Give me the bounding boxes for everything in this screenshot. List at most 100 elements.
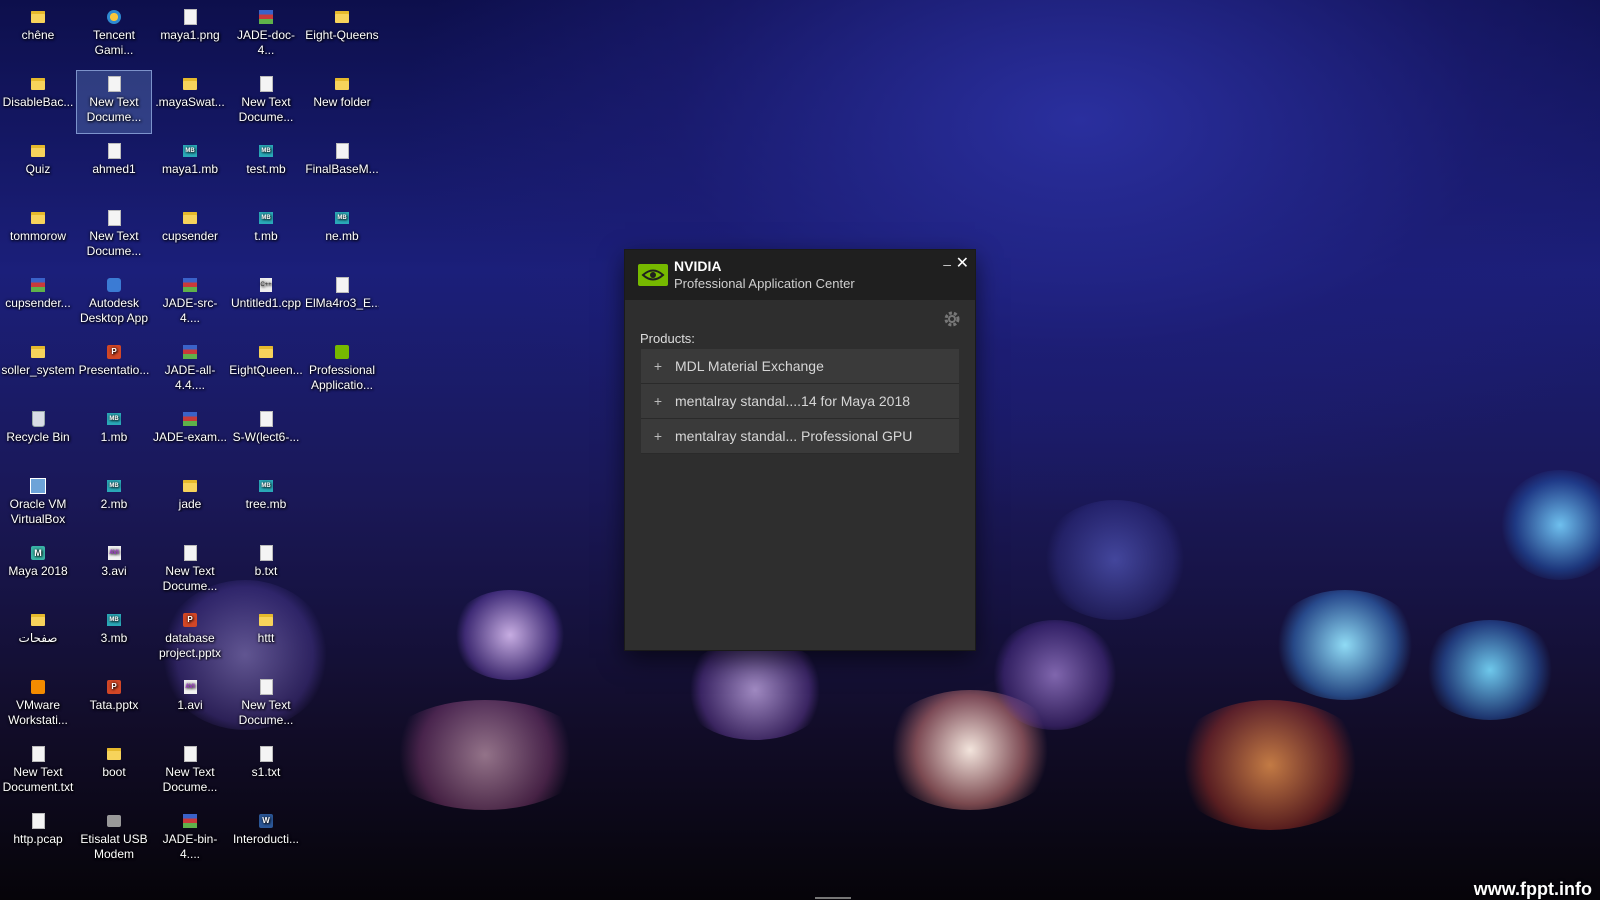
desktop-icon[interactable]: MB ne.mb bbox=[305, 205, 379, 267]
desktop-icon[interactable]: W Interoducti... bbox=[229, 808, 303, 870]
expand-icon[interactable]: + bbox=[641, 358, 675, 374]
bokeh-light bbox=[680, 640, 830, 740]
desktop-icon[interactable]: DisableBac... bbox=[1, 71, 75, 133]
desktop-icon[interactable]: P Presentatio... bbox=[77, 339, 151, 401]
video-file-icon: AVI bbox=[106, 544, 122, 562]
expand-icon[interactable]: + bbox=[641, 428, 675, 444]
text-file-icon bbox=[258, 410, 274, 428]
video-file-icon: AVI bbox=[182, 678, 198, 696]
desktop-icon[interactable]: MB 1.mb bbox=[77, 406, 151, 468]
desktop-icon[interactable]: Etisalat USB Modem bbox=[77, 808, 151, 870]
desktop-icon[interactable]: Pdatabase project.pptx bbox=[153, 607, 227, 669]
desktop-icon[interactable]: chêne bbox=[1, 4, 75, 66]
bokeh-light bbox=[880, 690, 1060, 810]
desktop-icon[interactable]: FinalBaseM... bbox=[305, 138, 379, 200]
desktop-icon[interactable]: Quiz bbox=[1, 138, 75, 200]
desktop-icon[interactable]: New Text Docume... bbox=[229, 674, 303, 736]
desktop-icon[interactable]: ElMa4ro3_E... bbox=[305, 272, 379, 334]
desktop-icon[interactable]: JADE-doc-4... bbox=[229, 4, 303, 66]
desktop-icon[interactable]: New Text Document.txt bbox=[1, 741, 75, 803]
desktop-icon[interactable]: MB 3.mb bbox=[77, 607, 151, 669]
product-item-mentalray-professional-gpu[interactable]: + mentalray standal... Professional GPU bbox=[641, 419, 959, 454]
desktop-icon[interactable]: New Text Docume... bbox=[153, 540, 227, 602]
folder-icon bbox=[182, 209, 198, 227]
desktop-icon[interactable]: cupsender bbox=[153, 205, 227, 267]
folder-icon bbox=[30, 75, 46, 93]
maya-scene-icon: MB bbox=[258, 142, 274, 160]
desktop-icon[interactable]: Autodesk Desktop App bbox=[77, 272, 151, 334]
desktop-icon[interactable]: AVI 3.avi bbox=[77, 540, 151, 602]
maya-scene-icon: MB bbox=[258, 477, 274, 495]
archive-icon bbox=[30, 276, 46, 294]
product-list: + MDL Material Exchange + mentalray stan… bbox=[641, 349, 959, 454]
minimize-button[interactable]: – bbox=[943, 256, 951, 272]
desktop-icon[interactable]: jade bbox=[153, 473, 227, 535]
product-name: MDL Material Exchange bbox=[675, 358, 824, 374]
close-button[interactable]: ✕ bbox=[956, 253, 969, 273]
desktop-icon[interactable]: New Text Docume... bbox=[153, 741, 227, 803]
desktop-icon[interactable]: maya1.png bbox=[153, 4, 227, 66]
desktop-icon[interactable]: http.pcap bbox=[1, 808, 75, 870]
desktop-icon-label: JADE-doc-4... bbox=[236, 28, 295, 57]
desktop-icon[interactable]: boot bbox=[77, 741, 151, 803]
desktop-icon[interactable]: MB 2.mb bbox=[77, 473, 151, 535]
desktop-icon[interactable]: M Maya 2018 bbox=[1, 540, 75, 602]
text-file-icon bbox=[258, 745, 274, 763]
product-item-mdl-material-exchange[interactable]: + MDL Material Exchange bbox=[641, 349, 959, 384]
desktop-icon[interactable]: Oracle VM VirtualBox bbox=[1, 473, 75, 535]
desktop-icon[interactable]: httt bbox=[229, 607, 303, 669]
gear-icon[interactable] bbox=[943, 310, 961, 328]
maya-scene-icon: MB bbox=[106, 477, 122, 495]
desktop-icon[interactable]: ahmed1 bbox=[77, 138, 151, 200]
desktop-icon[interactable]: JADE-src-4.... bbox=[153, 272, 227, 334]
nvidia-logo-icon bbox=[638, 264, 668, 286]
product-item-mentalray-maya-2018[interactable]: + mentalray standal....14 for Maya 2018 bbox=[641, 384, 959, 419]
desktop-icon-label: Tata.pptx bbox=[89, 698, 139, 712]
desktop-icon-label: Quiz bbox=[25, 162, 51, 176]
archive-icon bbox=[182, 812, 198, 830]
desktop-icon-label: Oracle VM VirtualBox bbox=[9, 497, 67, 526]
desktop-icon[interactable]: New Text Docume... bbox=[229, 71, 303, 133]
desktop-icon[interactable]: New Text Docume... bbox=[77, 205, 151, 267]
desktop-icon[interactable]: tommorow bbox=[1, 205, 75, 267]
desktop-icon[interactable]: New Text Docume... bbox=[76, 70, 152, 134]
window-titlebar[interactable]: NVIDIA Professional Application Center –… bbox=[625, 250, 975, 300]
desktop-icon-label: jade bbox=[178, 497, 202, 511]
desktop-icon[interactable]: AVI 1.avi bbox=[153, 674, 227, 736]
desktop-icon[interactable]: MB maya1.mb bbox=[153, 138, 227, 200]
desktop-icon[interactable]: EightQueen... bbox=[229, 339, 303, 401]
desktop-icon-label: Interoducti... bbox=[232, 832, 300, 846]
desktop-icon[interactable]: Tencent Gami... bbox=[77, 4, 151, 66]
desktop-icon[interactable]: .mayaSwat... bbox=[153, 71, 227, 133]
desktop-icon[interactable]: C++ Untitled1.cpp bbox=[229, 272, 303, 334]
desktop-icon[interactable]: P Tata.pptx bbox=[77, 674, 151, 736]
desktop-icon[interactable]: Professional Applicatio... bbox=[305, 339, 379, 401]
desktop-icon-label: صفحات bbox=[18, 631, 58, 645]
desktop-icon[interactable]: JADE-exam... bbox=[153, 406, 227, 468]
desktop-icon[interactable]: JADE-all-4.4.... bbox=[153, 339, 227, 401]
image-file-icon bbox=[182, 8, 198, 26]
desktop-icon-label: New Text Docume... bbox=[86, 95, 142, 124]
desktop-icon[interactable]: MB test.mb bbox=[229, 138, 303, 200]
folder-icon bbox=[30, 142, 46, 160]
desktop-icon-label: tree.mb bbox=[245, 497, 287, 511]
desktop-icon[interactable]: MB tree.mb bbox=[229, 473, 303, 535]
desktop-icon[interactable]: Recycle Bin bbox=[1, 406, 75, 468]
file-icon bbox=[334, 142, 350, 160]
expand-icon[interactable]: + bbox=[641, 393, 675, 409]
desktop-icon-label: Eight-Queens bbox=[305, 28, 379, 42]
desktop-icon[interactable]: VMware Workstati... bbox=[1, 674, 75, 736]
desktop-icon[interactable]: صفحات bbox=[1, 607, 75, 669]
desktop-icon[interactable]: soller_system bbox=[1, 339, 75, 401]
desktop-icon[interactable]: cupsender... bbox=[1, 272, 75, 334]
folder-icon bbox=[30, 611, 46, 629]
bokeh-light bbox=[1040, 500, 1190, 620]
desktop-icon[interactable]: b.txt bbox=[229, 540, 303, 602]
desktop-icon[interactable]: s1.txt bbox=[229, 741, 303, 803]
desktop-icon[interactable]: Eight-Queens bbox=[305, 4, 379, 66]
desktop-icon[interactable]: MB t.mb bbox=[229, 205, 303, 267]
desktop-icon[interactable]: JADE-bin-4.... bbox=[153, 808, 227, 870]
desktop-icon-label: VMware Workstati... bbox=[8, 698, 68, 727]
desktop-icon[interactable]: S-W(lect6-... bbox=[229, 406, 303, 468]
desktop-icon[interactable]: New folder bbox=[305, 71, 379, 133]
